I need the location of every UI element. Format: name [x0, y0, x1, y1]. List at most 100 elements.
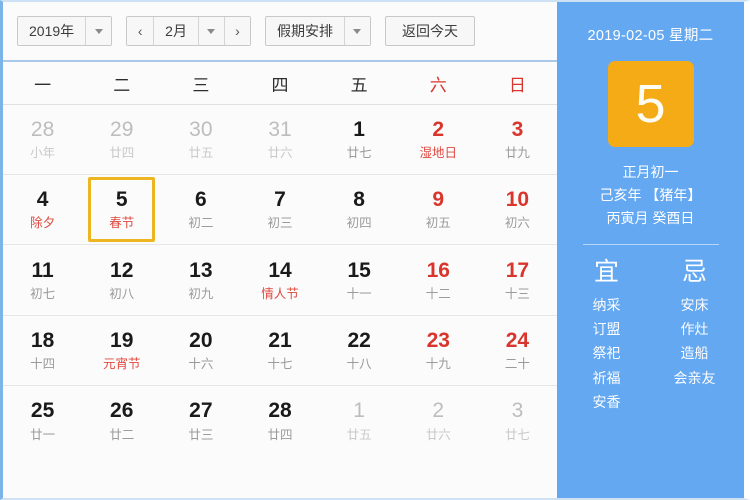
calendar-day-cell[interactable]: 2 湿地日 — [398, 105, 478, 176]
calendar-day-cell[interactable]: 11 初七 — [3, 245, 83, 316]
day-sublabel: 廿七 — [504, 427, 530, 442]
day-sublabel: 十四 — [30, 356, 56, 371]
day-number: 6 — [195, 188, 207, 212]
day-sublabel: 十六 — [188, 356, 214, 371]
yi-list: 纳采 订盟 祭祀 祈福 安香 — [571, 293, 643, 413]
calendar-day-cell[interactable]: 2 廿六 — [398, 385, 478, 456]
calendar-day-cell[interactable]: 13 初九 — [161, 245, 241, 316]
calendar-day-cell[interactable]: 28 廿四 — [240, 385, 320, 456]
detail-date-line: 2019-02-05 星期二 — [587, 28, 714, 44]
day-sublabel: 廿七 — [346, 146, 372, 161]
day-number: 19 — [110, 328, 134, 352]
calendar-day-cell[interactable]: 21 十七 — [240, 315, 320, 386]
holiday-schedule-selector[interactable]: 假期安排 — [264, 16, 371, 46]
calendar-day-cell[interactable]: 29 廿四 — [82, 105, 162, 176]
ji-item: 会亲友 — [673, 369, 716, 386]
calendar-day-cell[interactable]: 14 情人节 — [240, 245, 320, 316]
back-to-today-button[interactable]: 返回今天 — [384, 16, 475, 46]
day-sublabel: 初二 — [188, 216, 214, 231]
calendar-day-cell[interactable]: 16 十二 — [398, 245, 478, 316]
day-sublabel: 初九 — [188, 286, 214, 301]
prev-month-button[interactable]: ‹ — [127, 17, 154, 45]
calendar-day-cell[interactable]: 23 十九 — [398, 315, 478, 386]
calendar-day-cell[interactable]: 8 初四 — [319, 175, 399, 246]
calendar-day-cell[interactable]: 27 廿三 — [161, 385, 241, 456]
day-number: 1 — [353, 118, 365, 142]
calendar-day-cell[interactable]: 18 十四 — [3, 315, 83, 386]
yi-title: 宜 — [593, 258, 619, 287]
day-sublabel: 廿六 — [425, 427, 451, 442]
next-month-button[interactable]: › — [223, 17, 250, 45]
calendar-day-cell[interactable]: 3 廿七 — [477, 385, 557, 456]
weekday-label-1: 二 — [113, 75, 131, 95]
calendar-day-cell[interactable]: 4 除夕 — [3, 175, 83, 246]
yi-item: 安香 — [592, 393, 621, 410]
calendar-day-cell[interactable]: 19 元宵节 — [82, 315, 162, 386]
day-sublabel: 湿地日 — [419, 146, 458, 161]
calendar-day-cell[interactable]: 30 廿五 — [161, 105, 241, 176]
month-selector[interactable]: ‹ 2月 › — [126, 16, 251, 46]
calendar-day-cell[interactable]: 15 十一 — [319, 245, 399, 316]
calendar-day-cell[interactable]: 24 二十 — [477, 315, 557, 386]
weekday-label-3: 四 — [271, 75, 289, 95]
calendar-app: 2019年 ‹ 2月 › 假期安排 返回今天 一二三四五六日 28 小年 29 廿四 3… — [0, 0, 750, 500]
day-sublabel: 廿二 — [109, 427, 135, 442]
calendar-day-cell[interactable]: 17 十三 — [477, 245, 557, 316]
calendar-day-cell[interactable]: 3 廿九 — [477, 105, 557, 176]
calendar-day-cell[interactable]: 9 初五 — [398, 175, 478, 246]
calendar-day-cell[interactable]: 31 廿六 — [240, 105, 320, 176]
weekday-label-2: 三 — [192, 75, 210, 95]
day-sublabel: 廿五 — [188, 146, 214, 161]
yi-item: 祈福 — [592, 369, 621, 386]
day-number: 12 — [110, 258, 134, 282]
calendar-day-cell[interactable]: 26 廿二 — [82, 385, 162, 456]
day-number: 15 — [347, 258, 371, 282]
calendar-day-cell[interactable]: 20 十六 — [161, 315, 241, 386]
lunar-day: 正月初一 — [622, 164, 679, 180]
day-sublabel: 廿四 — [267, 427, 293, 442]
chevron-down-icon[interactable] — [197, 17, 224, 45]
calendar-day-cell[interactable]: 25 廿一 — [3, 385, 83, 456]
calendar-day-cell[interactable]: 5 春节 — [82, 175, 162, 246]
day-number: 2 — [432, 399, 445, 423]
calendar-day-cell[interactable]: 7 初三 — [240, 175, 320, 246]
calendar-day-cell[interactable]: 10 初六 — [477, 175, 557, 246]
ji-title: 忌 — [681, 258, 707, 287]
day-sublabel: 情人节 — [261, 286, 299, 301]
day-number: 13 — [189, 258, 213, 282]
day-sublabel: 初三 — [267, 216, 293, 231]
month-value[interactable]: 2月 — [153, 17, 198, 45]
year-value[interactable]: 2019年 — [18, 17, 86, 45]
day-number: 28 — [268, 399, 292, 423]
calendar-day-cell[interactable]: 1 廿五 — [319, 385, 399, 456]
day-number: 28 — [30, 118, 55, 142]
day-number: 25 — [30, 399, 55, 423]
day-number: 3 — [511, 399, 524, 423]
day-number: 7 — [274, 188, 286, 212]
ji-column: 忌 安床 作灶 造船 会亲友 — [659, 257, 731, 413]
lunar-year: 己亥年 【猪年】 — [599, 187, 702, 204]
calendar-day-cell[interactable]: 22 十八 — [319, 315, 399, 386]
year-selector[interactable]: 2019年 — [17, 16, 113, 46]
day-sublabel: 廿四 — [109, 146, 135, 161]
day-sublabel: 元宵节 — [102, 356, 141, 371]
day-sublabel: 十二 — [425, 286, 451, 301]
day-sublabel: 初八 — [109, 286, 135, 301]
selected-day-number: 5 — [635, 74, 666, 134]
calendar-day-cell[interactable]: 6 初二 — [161, 175, 241, 246]
chevron-down-icon[interactable] — [85, 17, 112, 45]
calendar-day-cell[interactable]: 12 初八 — [82, 245, 162, 316]
day-number: 21 — [268, 328, 292, 352]
day-sublabel: 廿五 — [346, 427, 372, 442]
holiday-schedule-value[interactable]: 假期安排 — [265, 17, 344, 45]
day-number: 18 — [30, 328, 55, 352]
day-number: 5 — [115, 188, 128, 212]
chevron-down-icon[interactable] — [343, 17, 370, 45]
yi-item: 订盟 — [592, 321, 621, 338]
calendar-day-cell[interactable]: 1 廿七 — [319, 105, 399, 176]
day-number: 8 — [353, 188, 365, 212]
calendar-day-cell[interactable]: 28 小年 — [3, 105, 83, 176]
day-number: 17 — [505, 258, 530, 282]
day-number: 16 — [426, 258, 450, 282]
day-number: 31 — [268, 118, 292, 142]
